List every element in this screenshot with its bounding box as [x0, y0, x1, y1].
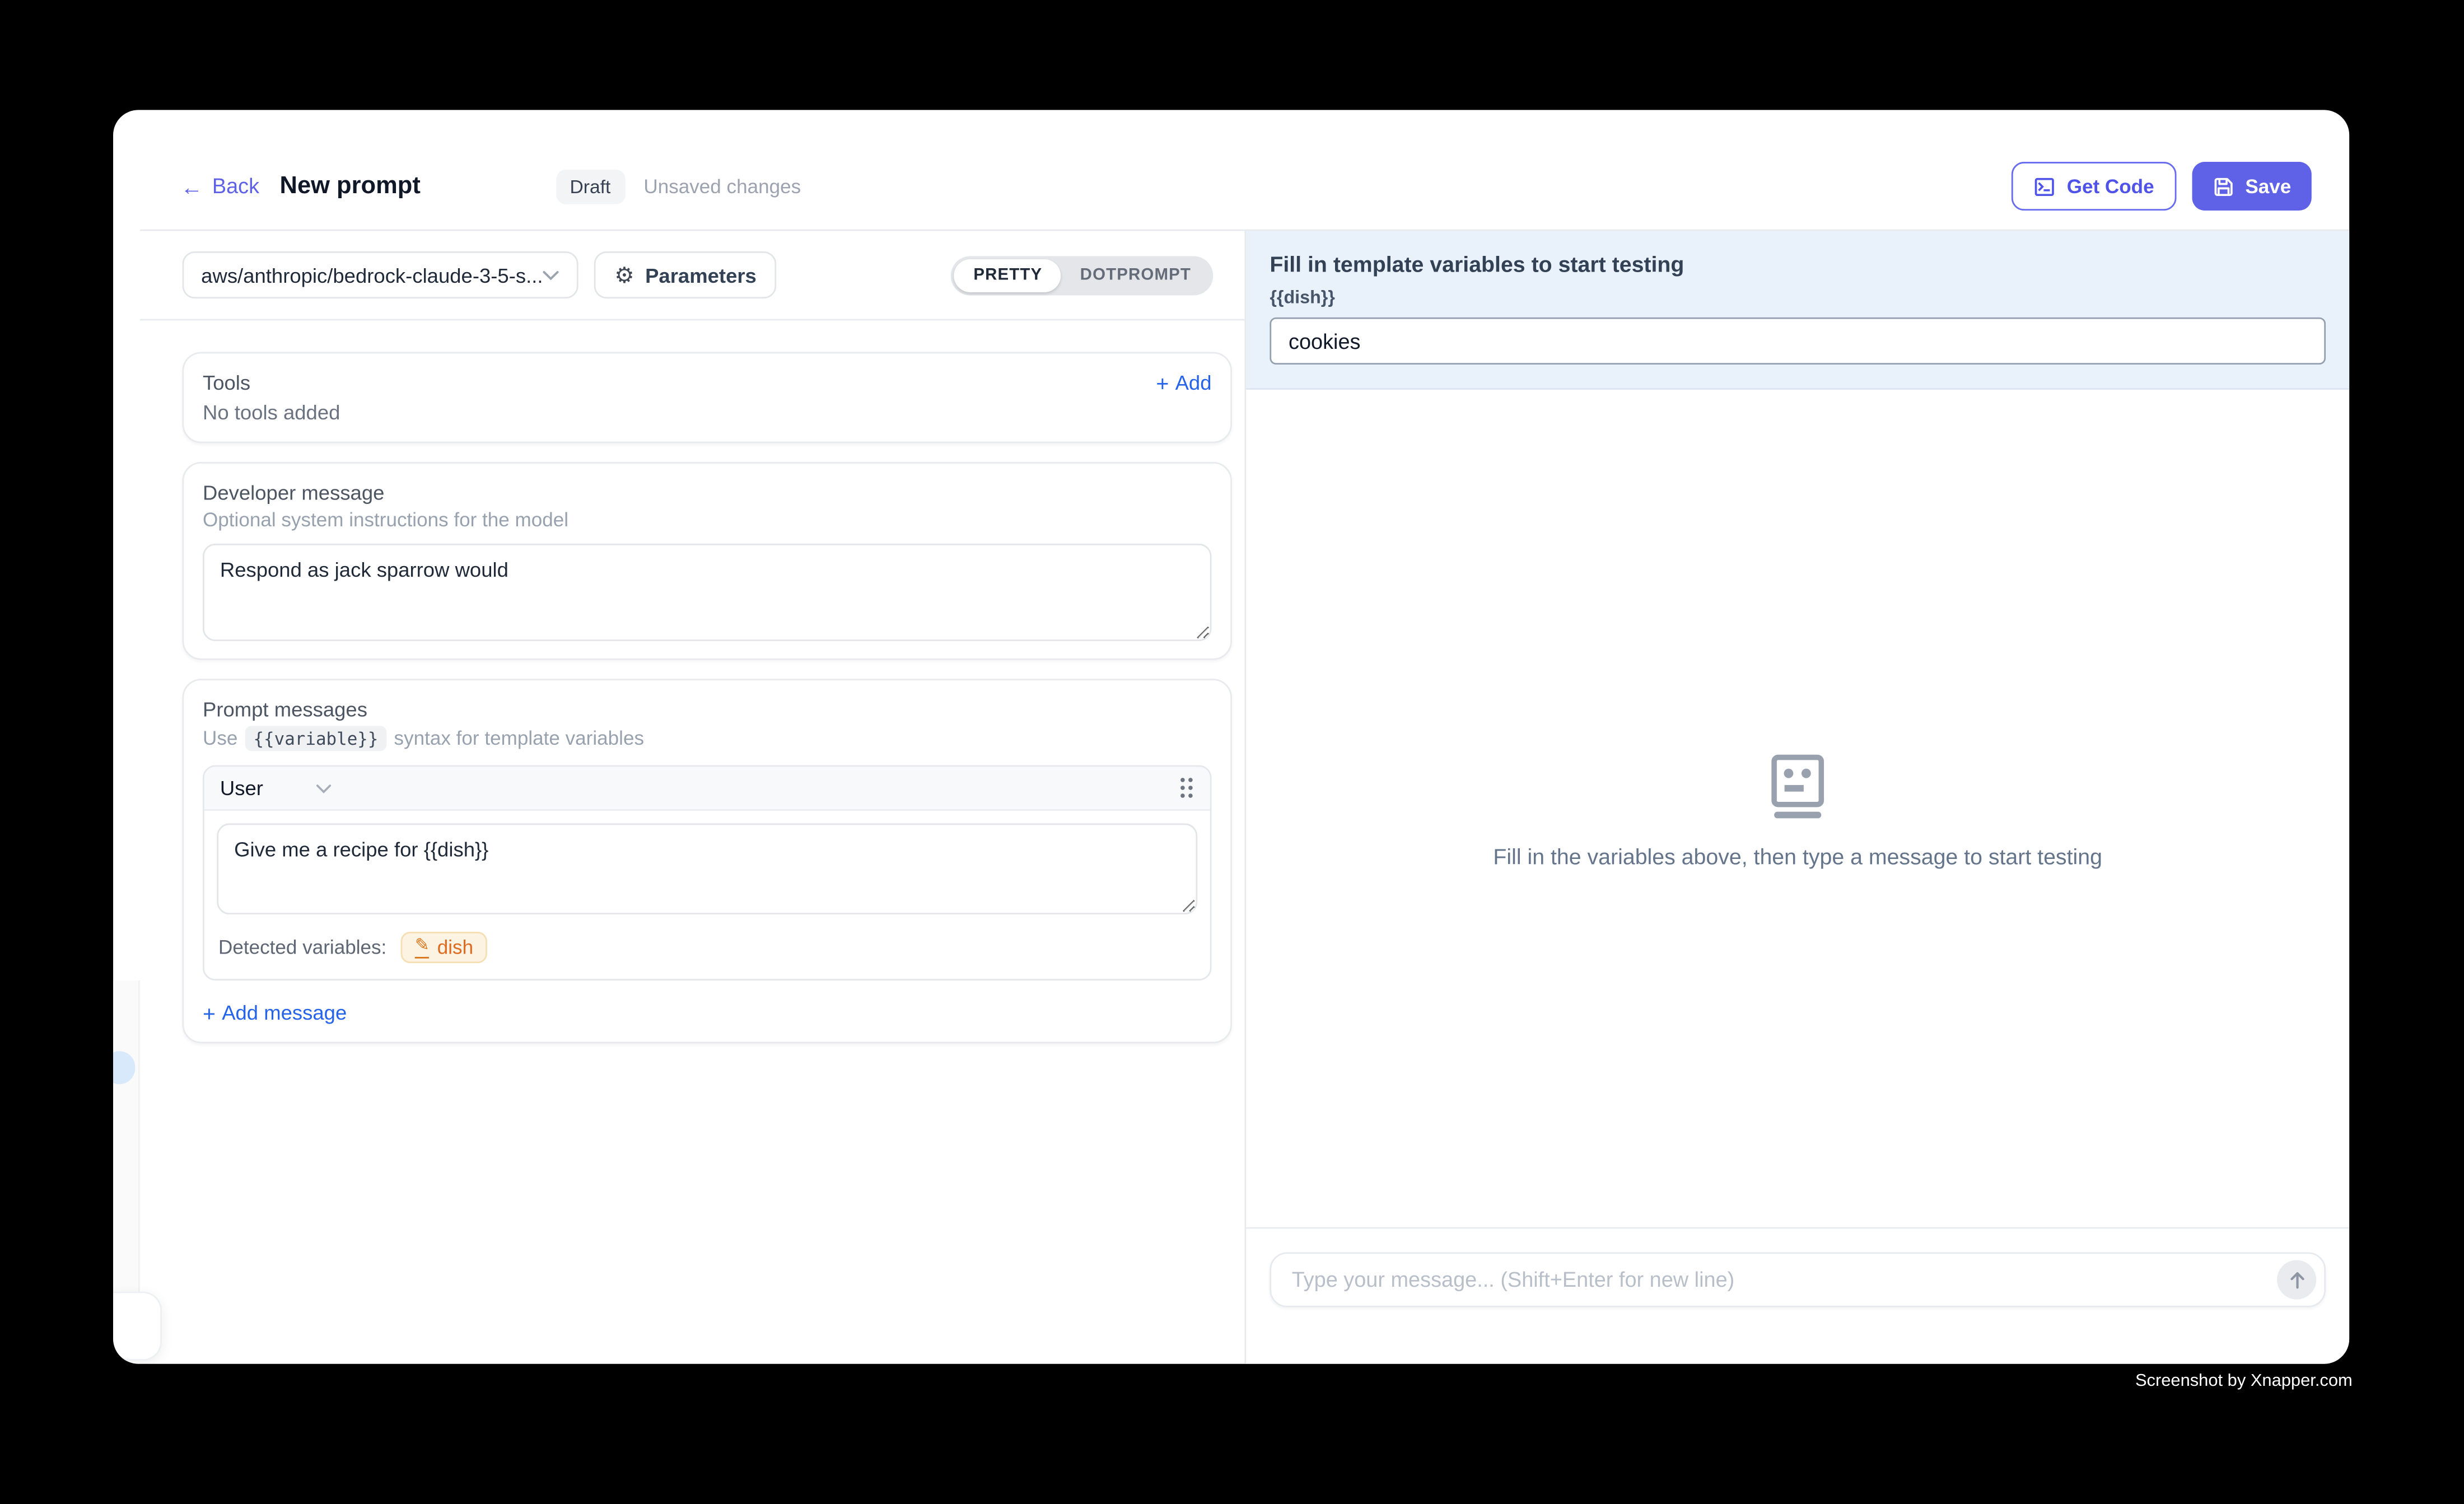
tools-empty-text: No tools added	[203, 401, 1212, 424]
chat-empty-text: Fill in the variables above, then type a…	[1493, 844, 2102, 869]
add-tool-label: Add	[1175, 371, 1212, 394]
developer-message-card: Developer message Optional system instru…	[183, 462, 1232, 660]
view-mode-toggle: PRETTY DOTPROMPT	[951, 255, 1213, 295]
subtitle-suffix: syntax for template variables	[394, 727, 644, 749]
variable-name: dish	[437, 936, 473, 958]
role-selector-value: User	[220, 776, 263, 800]
prompt-messages-subtitle: Use {{variable}} syntax for template var…	[203, 726, 1212, 751]
detected-variables-row: Detected variables: ✎ dish	[217, 932, 1197, 963]
prompt-messages-title: Prompt messages	[203, 698, 1212, 721]
message-block: User	[203, 765, 1212, 980]
screenshot-stage: ← Back New prompt Draft Unsaved changes	[0, 0, 2464, 1503]
test-panel: Fill in template variables to start test…	[1244, 231, 2349, 1363]
developer-message-title: Developer message	[203, 481, 1212, 505]
variable-value-input[interactable]	[1270, 317, 2326, 365]
get-code-button[interactable]: Get Code	[2012, 162, 2176, 211]
unsaved-changes-text: Unsaved changes	[643, 175, 801, 197]
get-code-label: Get Code	[2067, 175, 2154, 197]
tools-title: Tools	[203, 371, 250, 394]
message-content-input[interactable]	[217, 823, 1197, 914]
message-body: Detected variables: ✎ dish	[204, 811, 1210, 979]
variable-field-label: {{dish}}	[1270, 289, 2326, 308]
save-button[interactable]: Save	[2192, 162, 2312, 211]
chat-empty-state: Fill in the variables above, then type a…	[1493, 754, 2102, 869]
back-label: Back	[212, 174, 259, 198]
chat-message-input[interactable]	[1270, 1252, 2326, 1307]
plus-icon: +	[203, 1002, 216, 1024]
prompt-editor-panel: aws/anthropic/bedrock-claude-3-5-s... ⚙ …	[140, 231, 1245, 1363]
save-icon	[2212, 175, 2234, 197]
tools-card: Tools + Add No tools added	[183, 352, 1232, 443]
collapsed-sidebar-strip	[113, 980, 140, 1292]
toggle-dotprompt[interactable]: DOTPROMPT	[1061, 259, 1210, 292]
message-header: User	[204, 767, 1210, 811]
send-button[interactable]	[2277, 1260, 2316, 1300]
model-selector-value: aws/anthropic/bedrock-claude-3-5-s...	[201, 263, 542, 287]
chevron-down-icon	[542, 269, 559, 281]
role-selector[interactable]	[316, 783, 332, 793]
chat-footer	[1246, 1227, 2349, 1364]
terminal-icon	[2034, 175, 2056, 197]
robot-icon	[1771, 754, 1824, 819]
watermark-text: Screenshot by Xnapper.com	[2135, 1372, 2353, 1391]
parameters-button[interactable]: ⚙ Parameters	[594, 251, 777, 298]
app-window: ← Back New prompt Draft Unsaved changes	[113, 110, 2349, 1363]
toggle-pretty[interactable]: PRETTY	[955, 259, 1061, 292]
subtitle-prefix: Use	[203, 727, 237, 749]
header: ← Back New prompt Draft Unsaved changes	[113, 110, 2349, 231]
status-badge: Draft	[556, 169, 625, 204]
variable-syntax-chip: {{variable}}	[245, 726, 386, 751]
gear-icon: ⚙	[614, 264, 634, 286]
editor-scroll-area: Tools + Add No tools added Developer mes…	[140, 320, 1245, 1363]
back-button[interactable]: ← Back	[181, 174, 259, 198]
model-selector[interactable]: aws/anthropic/bedrock-claude-3-5-s...	[183, 251, 578, 298]
add-tool-button[interactable]: + Add	[1156, 371, 1211, 394]
drag-handle-icon[interactable]	[1179, 776, 1194, 800]
page-title: New prompt	[280, 172, 421, 200]
variable-badge-dish[interactable]: ✎ dish	[401, 932, 488, 963]
left-rail	[113, 231, 140, 1363]
editor-toolbar: aws/anthropic/bedrock-claude-3-5-s... ⚙ …	[140, 231, 1245, 320]
developer-message-subtitle: Optional system instructions for the mod…	[203, 509, 1212, 531]
prompt-messages-card: Prompt messages Use {{variable}} syntax …	[183, 679, 1232, 1043]
save-label: Save	[2245, 175, 2291, 197]
body: aws/anthropic/bedrock-claude-3-5-s... ⚙ …	[113, 231, 2349, 1363]
parameters-label: Parameters	[645, 263, 757, 287]
add-message-button[interactable]: + Add message	[203, 1001, 1212, 1024]
template-variables-title: Fill in template variables to start test…	[1270, 251, 2326, 277]
chat-area: Fill in the variables above, then type a…	[1246, 390, 2349, 1227]
template-variables-section: Fill in template variables to start test…	[1246, 231, 2349, 389]
detected-variables-label: Detected variables:	[218, 936, 386, 958]
add-message-label: Add message	[222, 1001, 347, 1024]
plus-icon: +	[1156, 372, 1169, 394]
up-arrow-icon	[2287, 1269, 2306, 1290]
corner-popover-fragment	[113, 1292, 162, 1361]
developer-message-input[interactable]	[203, 544, 1212, 641]
back-arrow-icon: ←	[181, 175, 203, 197]
pencil-icon: ✎	[415, 937, 430, 958]
